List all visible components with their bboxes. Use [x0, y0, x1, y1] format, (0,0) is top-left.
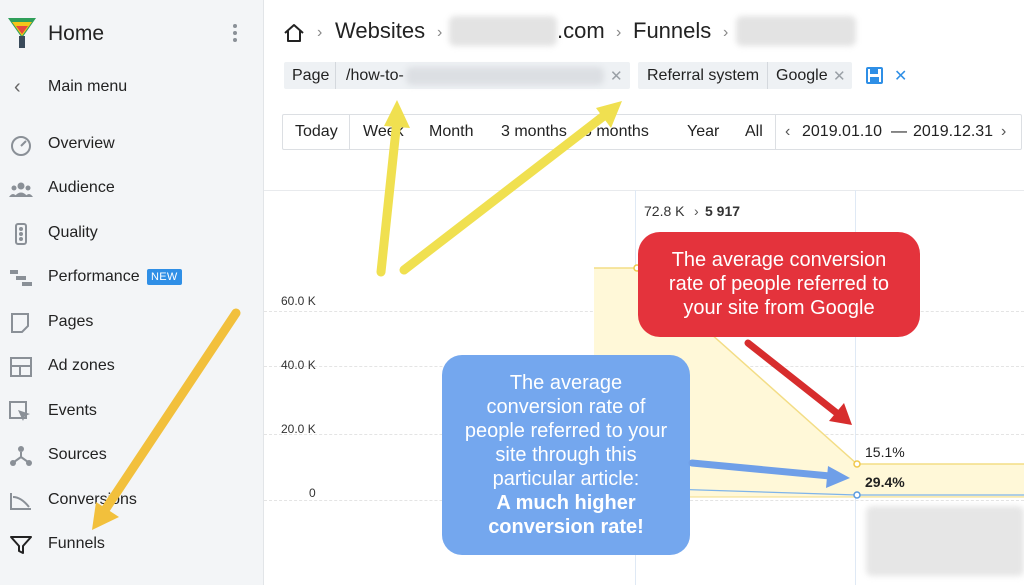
- page-filter-label: Page: [292, 67, 330, 84]
- chip-divider: [767, 62, 768, 89]
- y-tick: 20.0 K: [281, 422, 316, 436]
- main-menu-label: Main menu: [48, 78, 128, 95]
- google-conversion-rate: 15.1%: [865, 444, 905, 460]
- sidebar-item-label: Overview: [48, 135, 115, 152]
- blue-annotation-line: The average: [509, 372, 623, 394]
- y-tick: 0: [309, 486, 316, 500]
- step-converted-value: 5 917: [705, 203, 741, 219]
- blue-annotation-line: particular article:: [492, 468, 640, 490]
- app-logo-icon: [8, 18, 36, 48]
- period-all[interactable]: All: [745, 123, 763, 141]
- sidebar-item-pages[interactable]: Pages: [0, 308, 263, 338]
- redacted-site-name: [449, 16, 557, 46]
- chevron-left-icon[interactable]: ‹: [785, 123, 790, 141]
- sidebar-item-sources[interactable]: Sources: [0, 441, 263, 471]
- sidebar-item-label: Ad zones: [48, 357, 115, 374]
- date-start[interactable]: 2019.01.10: [802, 123, 882, 141]
- sidebar-item-funnels[interactable]: Funnels: [0, 530, 263, 560]
- sidebar-item-quality[interactable]: Quality: [0, 219, 263, 249]
- sidebar-item-ad-zones[interactable]: Ad zones: [0, 352, 263, 382]
- breadcrumb-funnels[interactable]: Funnels: [633, 18, 711, 48]
- chevron-right-icon: ›: [694, 203, 699, 219]
- chip-divider: [335, 62, 336, 89]
- referral-filter-value: Google: [776, 67, 828, 84]
- close-icon[interactable]: ✕: [833, 67, 846, 85]
- chart-top-border: [264, 190, 1024, 191]
- blue-annotation: The average conversion rate of people re…: [442, 355, 690, 555]
- blue-annotation-line: site through this: [495, 444, 637, 466]
- chevron-right-icon: ›: [616, 24, 622, 41]
- sidebar-item-label: Quality: [48, 224, 98, 241]
- period-3-months[interactable]: 3 months: [501, 123, 567, 141]
- sidebar-item-label: Funnels: [48, 535, 105, 552]
- chevron-left-icon: ‹: [14, 76, 21, 98]
- period-divider: [349, 115, 350, 149]
- sidebar-title[interactable]: Home: [48, 22, 104, 46]
- blue-annotation-line: people referred to your: [464, 420, 668, 442]
- blue-annotation-emphasis: A much higher: [496, 492, 636, 514]
- redacted-page-path: [406, 67, 604, 85]
- red-annotation: The average conversion rate of people re…: [638, 232, 920, 337]
- traffic-light-icon: [15, 223, 27, 245]
- chevron-right-icon: ›: [317, 24, 323, 41]
- blue-annotation-line: conversion rate of: [486, 396, 646, 418]
- new-badge: NEW: [147, 269, 182, 285]
- chevron-right-icon: ›: [437, 24, 443, 41]
- blue-annotation-emphasis: conversion rate!: [488, 516, 644, 538]
- sidebar-item-performance[interactable]: Performance NEW: [0, 263, 263, 293]
- referral-filter-chip[interactable]: Referral system Google ✕: [638, 62, 852, 89]
- clear-filters-icon[interactable]: ✕: [894, 66, 907, 86]
- sidebar-item-audience[interactable]: Audience: [0, 174, 263, 204]
- step-total-value: 72.8 K: [644, 203, 685, 219]
- sidebar-item-label: Sources: [48, 446, 107, 463]
- chevron-right-icon: ›: [723, 24, 729, 41]
- redacted-funnel-name: [736, 16, 856, 46]
- date-range-dash: —: [891, 123, 907, 140]
- sidebar-item-label: Performance: [48, 268, 140, 285]
- period-6-months[interactable]: 6 months: [583, 123, 649, 141]
- gauge-icon: [11, 136, 31, 156]
- conversion-icon: [10, 493, 31, 510]
- period-today[interactable]: Today: [295, 123, 338, 141]
- close-icon[interactable]: ✕: [610, 67, 623, 85]
- period-week[interactable]: Week: [363, 123, 404, 141]
- period-divider: [775, 115, 776, 149]
- sidebar-item-conversions[interactable]: Conversions: [0, 486, 263, 516]
- funnel-icon: [10, 536, 32, 554]
- sidebar: Home ‹ Main menu Overview Audience Quali…: [0, 0, 264, 585]
- article-conversion-rate: 29.4%: [865, 474, 905, 490]
- layout-icon: [10, 357, 32, 377]
- home-icon[interactable]: [283, 22, 305, 44]
- sidebar-item-label: Conversions: [48, 491, 137, 508]
- breadcrumb-site[interactable]: .com: [557, 18, 605, 48]
- more-options-icon[interactable]: [229, 24, 241, 44]
- main-menu-link[interactable]: ‹ Main menu: [0, 74, 263, 102]
- red-annotation-text: The average conversion rate of people re…: [668, 249, 890, 319]
- sidebar-item-label: Pages: [48, 313, 94, 330]
- redacted-region: [866, 506, 1024, 576]
- referral-filter-label: Referral system: [647, 67, 760, 84]
- sidebar-item-label: Events: [48, 402, 97, 419]
- date-end[interactable]: 2019.12.31: [913, 123, 993, 141]
- sidebar-item-label: Audience: [48, 179, 115, 196]
- bars-icon: [10, 270, 32, 286]
- sidebar-item-events[interactable]: Events: [0, 397, 263, 427]
- page-icon: [11, 313, 29, 333]
- people-icon: [9, 182, 33, 197]
- sidebar-item-overview[interactable]: Overview: [0, 130, 263, 160]
- y-tick: 60.0 K: [281, 294, 316, 308]
- branches-icon: [10, 446, 32, 466]
- breadcrumb-websites[interactable]: Websites: [335, 18, 425, 48]
- page-filter-chip[interactable]: Page /how-to- ✕: [284, 62, 630, 89]
- period-selector: Today Week Month 3 months 6 months Year …: [282, 114, 1022, 150]
- cursor-icon: [9, 401, 30, 421]
- period-year[interactable]: Year: [687, 123, 719, 141]
- period-month[interactable]: Month: [429, 123, 473, 141]
- page-filter-value: /how-to-: [346, 67, 404, 84]
- y-tick: 40.0 K: [281, 358, 316, 372]
- chevron-right-icon[interactable]: ›: [1001, 123, 1006, 141]
- save-icon[interactable]: [866, 67, 883, 84]
